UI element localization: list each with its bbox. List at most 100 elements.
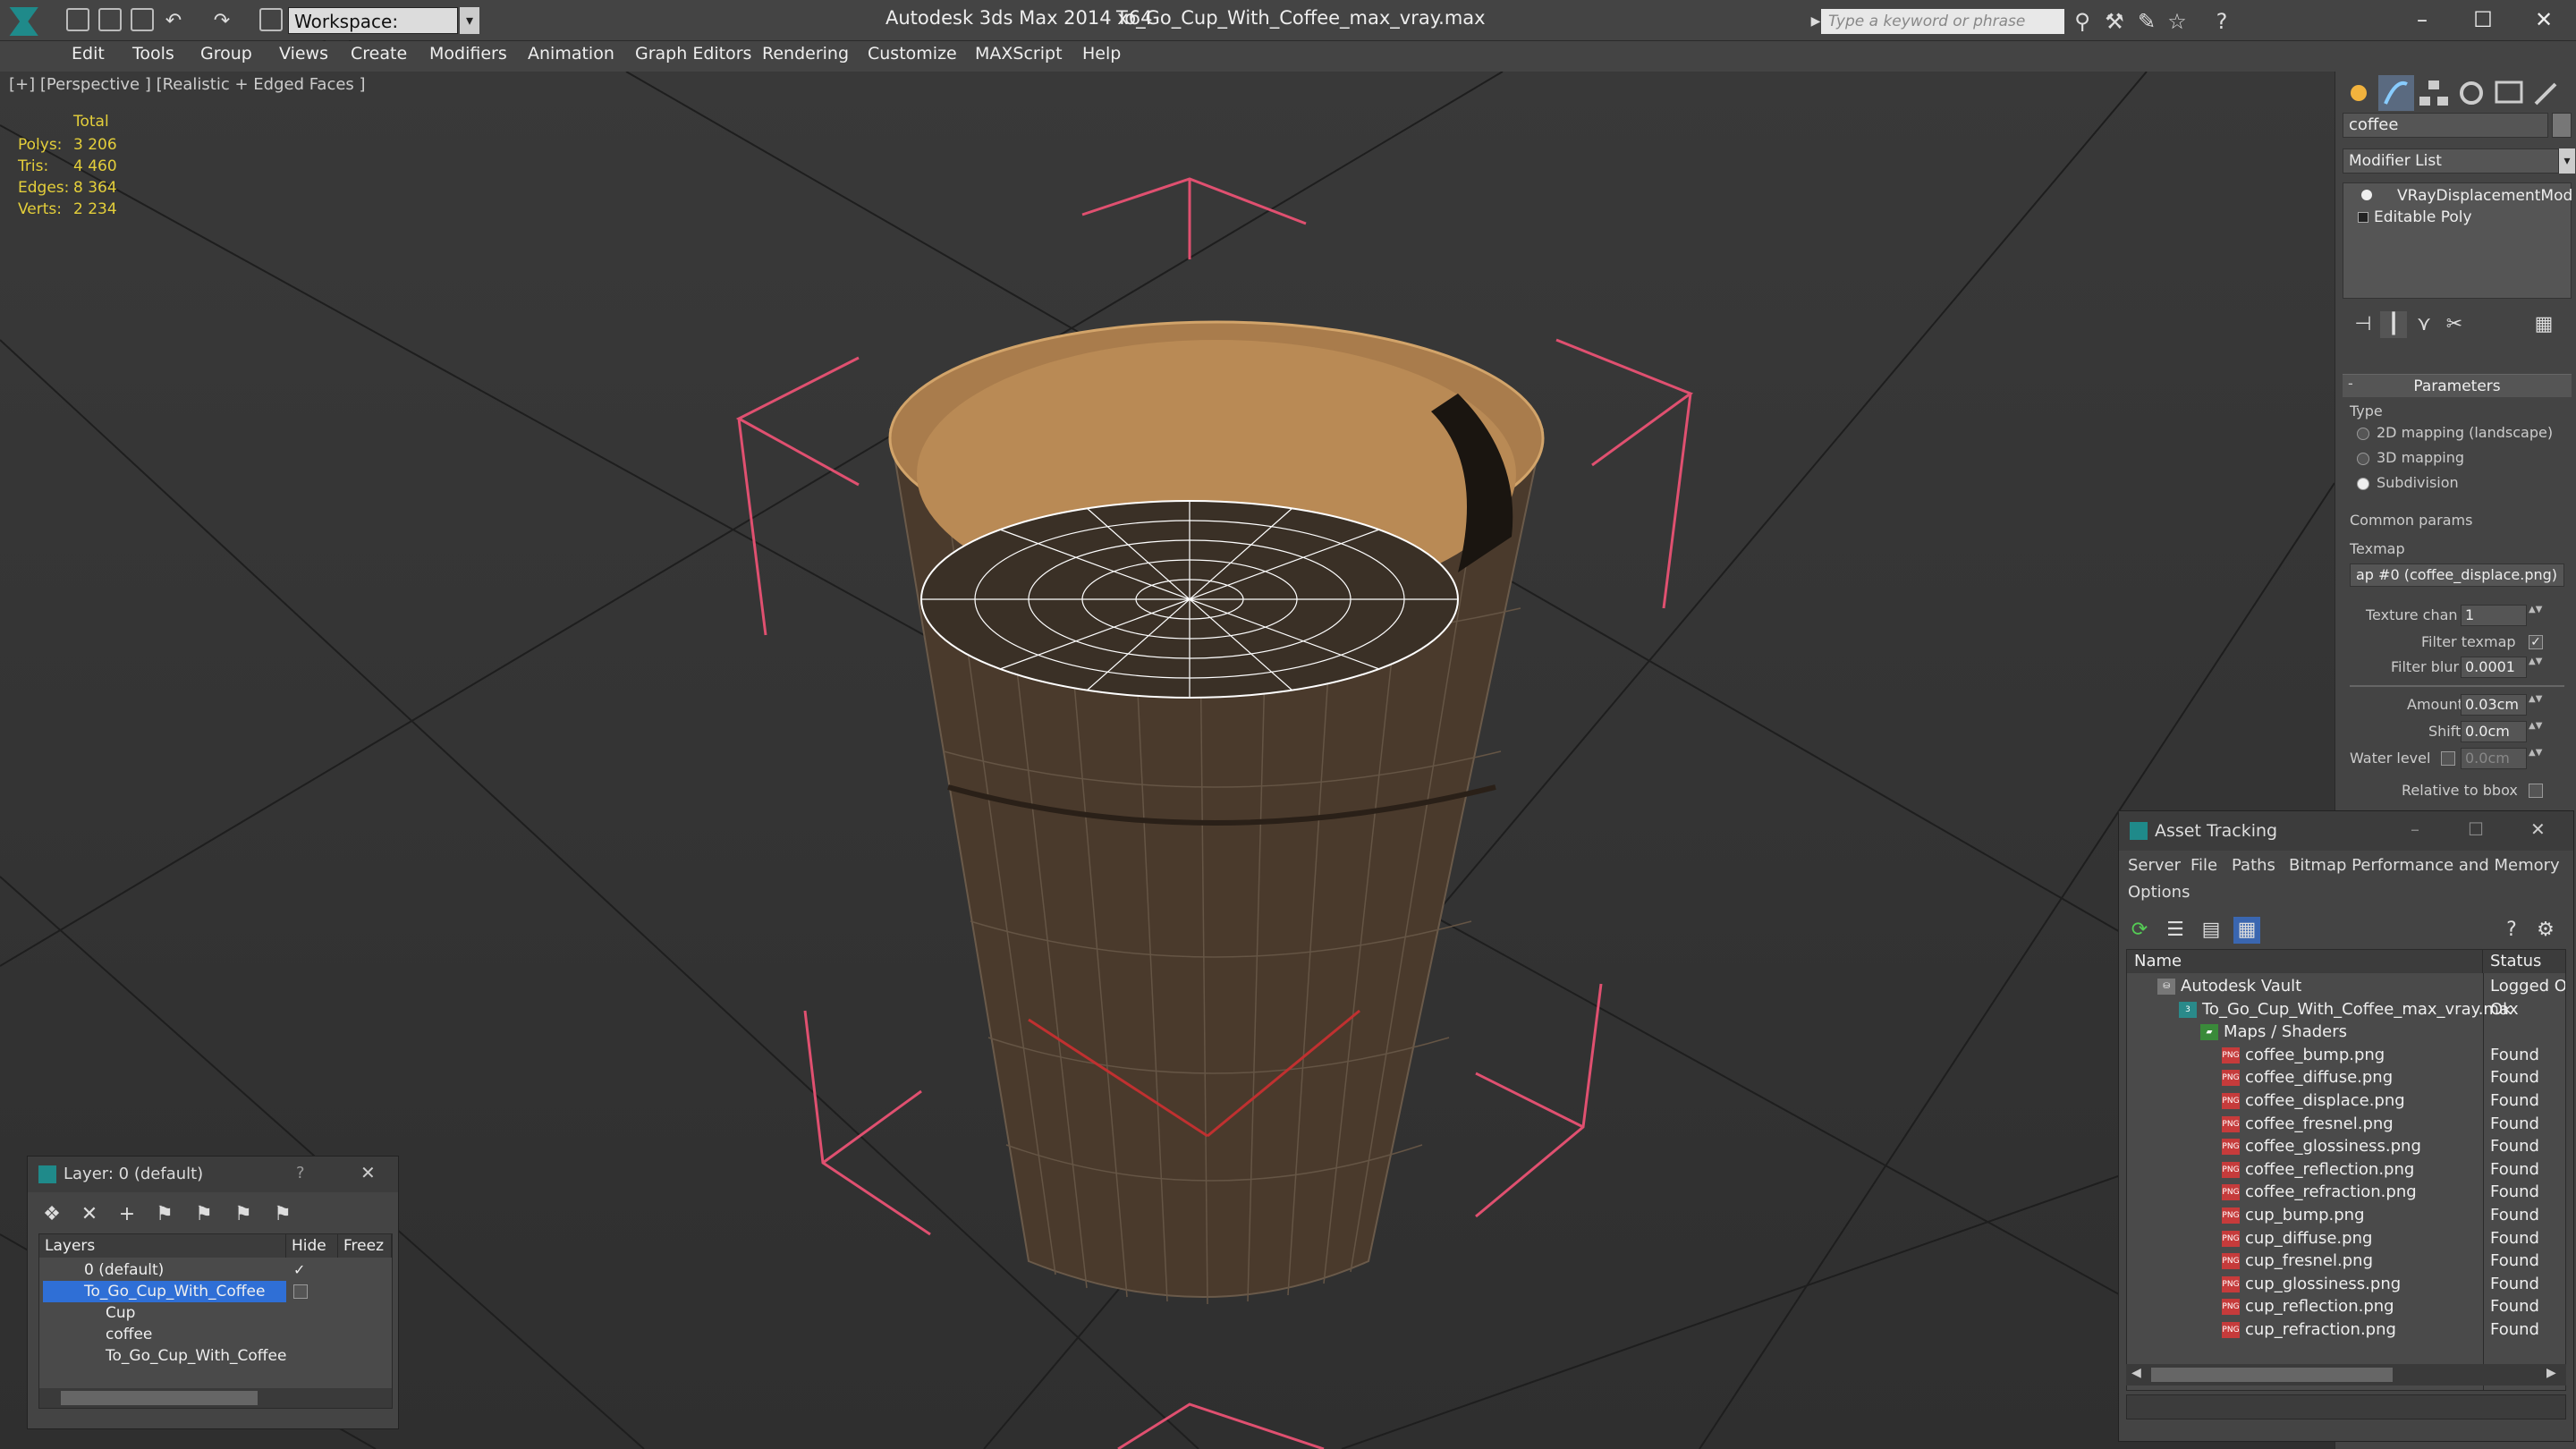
asset-menu-bitmap-performance[interactable]: Bitmap Performance and Memory xyxy=(2289,856,2560,875)
asset-scroll-thumb[interactable] xyxy=(2151,1368,2393,1382)
object-color-swatch[interactable] xyxy=(2552,113,2572,138)
object-row-cup[interactable]: Cup xyxy=(39,1302,392,1324)
asset-menu-options[interactable]: Options xyxy=(2128,883,2190,902)
list-view-icon[interactable]: ☰ xyxy=(2162,917,2189,944)
menu-help[interactable]: Help xyxy=(1082,44,1121,64)
delete-layer-icon[interactable]: ✕ xyxy=(76,1201,103,1228)
column-hide[interactable]: Hide xyxy=(286,1234,338,1258)
hide-all-layers-icon[interactable]: ⚑ xyxy=(230,1201,257,1228)
shift-spin-arrows-icon[interactable]: ▲▼ xyxy=(2529,721,2542,742)
water-level-checkbox[interactable] xyxy=(2441,751,2455,766)
menu-graph-editors[interactable]: Graph Editors xyxy=(635,44,751,64)
asset-row[interactable]: PNG coffee_diffuse.png Found xyxy=(2127,1066,2565,1089)
modifier-on-icon[interactable] xyxy=(2361,190,2372,200)
asset-row[interactable]: PNG cup_glossiness.png Found xyxy=(2127,1273,2565,1296)
texture-chan-spinner[interactable]: 1 xyxy=(2461,605,2527,626)
asset-menu-server[interactable]: Server xyxy=(2128,856,2181,875)
asset-row[interactable]: PNG coffee_reflection.png Found xyxy=(2127,1158,2565,1182)
remove-modifier-icon[interactable]: ✂ xyxy=(2441,311,2468,338)
asset-row[interactable]: PNG cup_diffuse.png Found xyxy=(2127,1227,2565,1250)
menu-group[interactable]: Group xyxy=(200,44,252,64)
relative-bbox-checkbox[interactable] xyxy=(2529,784,2543,798)
create-tab-icon[interactable] xyxy=(2341,75,2377,111)
water-level-spin-arrows-icon[interactable]: ▲▼ xyxy=(2529,748,2542,769)
refresh-icon[interactable]: ⟳ xyxy=(2126,917,2153,944)
layer-close-icon[interactable]: ✕ xyxy=(360,1162,376,1183)
show-end-result-icon[interactable]: ┃ xyxy=(2380,311,2407,338)
binoculars-icon[interactable]: ⚲ xyxy=(2070,9,2095,34)
table-view-icon[interactable]: ▦ xyxy=(2233,917,2260,944)
filter-texmap-checkbox[interactable]: ✓ xyxy=(2529,635,2543,649)
menu-tools[interactable]: Tools xyxy=(132,44,174,64)
scroll-right-icon[interactable]: ▶ xyxy=(2546,1366,2556,1380)
create-layer-icon[interactable]: ❖ xyxy=(38,1201,65,1228)
communication-icon[interactable]: ✎ xyxy=(2134,9,2159,34)
layer-help-icon[interactable]: ? xyxy=(296,1164,305,1182)
layer-row-default[interactable]: 0 (default) xyxy=(39,1259,392,1281)
column-name[interactable]: Name xyxy=(2127,950,2483,973)
redo-icon[interactable]: ↷ xyxy=(209,9,234,34)
asset-row[interactable]: PNG cup_refraction.png Found xyxy=(2127,1318,2565,1342)
modify-tab-icon[interactable] xyxy=(2378,75,2414,111)
scroll-left-icon[interactable]: ◀ xyxy=(2131,1366,2141,1380)
utilities-tab-icon[interactable] xyxy=(2529,75,2564,111)
add-to-layer-icon[interactable]: + xyxy=(114,1201,140,1228)
hierarchy-tab-icon[interactable] xyxy=(2416,75,2452,111)
menu-views[interactable]: Views xyxy=(279,44,328,64)
detail-view-icon[interactable]: ▤ xyxy=(2198,917,2224,944)
filter-blur-spin-arrows-icon[interactable]: ▲▼ xyxy=(2529,657,2542,678)
asset-row[interactable]: PNG cup_bump.png Found xyxy=(2127,1204,2565,1227)
object-row-coffee[interactable]: coffee xyxy=(39,1324,392,1345)
modifier-list-dropdown[interactable]: Modifier List xyxy=(2343,148,2559,174)
project-folder-icon[interactable] xyxy=(259,8,283,31)
freeze-all-layers-icon[interactable]: ⚑ xyxy=(269,1201,296,1228)
rollout-collapse-icon[interactable]: - xyxy=(2348,375,2353,392)
menu-modifiers[interactable]: Modifiers xyxy=(429,44,507,64)
asset-menu-paths[interactable]: Paths xyxy=(2232,856,2275,875)
menu-maxscript[interactable]: MAXScript xyxy=(975,44,1063,64)
asset-row[interactable]: PNG coffee_displace.png Found xyxy=(2127,1089,2565,1113)
layer-window-title[interactable]: Layer: 0 (default) xyxy=(28,1157,398,1192)
stack-item-editable-poly[interactable]: Editable Poly xyxy=(2343,207,2571,228)
asset-horizontal-scrollbar[interactable]: ◀ ▶ xyxy=(2126,1364,2566,1385)
stack-item-vray-displacement[interactable]: VRayDisplacementMod xyxy=(2343,185,2572,207)
modifier-list-arrow-icon[interactable]: ▾ xyxy=(2559,148,2575,174)
asset-row[interactable]: PNG cup_fresnel.png Found xyxy=(2127,1250,2565,1273)
layer-row-cup-with-coffee[interactable]: To_Go_Cup_With_Coffee xyxy=(39,1281,392,1302)
select-objects-icon[interactable]: ⚑ xyxy=(151,1201,178,1228)
asset-close-icon[interactable]: ✕ xyxy=(2530,818,2546,840)
column-layers[interactable]: Layers xyxy=(39,1234,286,1258)
menu-customize[interactable]: Customize xyxy=(868,44,957,64)
menu-rendering[interactable]: Rendering xyxy=(762,44,849,64)
asset-row[interactable]: PNG coffee_bump.png Found xyxy=(2127,1044,2565,1067)
asset-minimize-icon[interactable]: – xyxy=(2411,818,2419,840)
column-status[interactable]: Status xyxy=(2483,950,2565,973)
asset-help-icon[interactable]: ? xyxy=(2498,917,2525,944)
pin-stack-icon[interactable]: ⊣ xyxy=(2350,311,2377,338)
workspace-select[interactable]: Workspace: Default xyxy=(288,7,458,59)
undo-icon[interactable]: ↶ xyxy=(161,9,186,34)
asset-row[interactable]: PNG coffee_refraction.png Found xyxy=(2127,1181,2565,1204)
asset-row[interactable]: PNG cup_reflection.png Found xyxy=(2127,1295,2565,1318)
make-unique-icon[interactable]: ⋎ xyxy=(2411,311,2437,338)
radio-3d-mapping[interactable] xyxy=(2357,453,2369,465)
radio-subdivision[interactable] xyxy=(2357,478,2369,490)
menu-edit[interactable]: Edit xyxy=(72,44,105,64)
asset-row[interactable]: PNG coffee_glossiness.png Found xyxy=(2127,1135,2565,1158)
workspace-dropdown-icon[interactable]: ▾ xyxy=(460,7,479,34)
layer-scroll-thumb[interactable] xyxy=(61,1391,258,1405)
highlight-layer-icon[interactable]: ⚑ xyxy=(191,1201,217,1228)
menu-animation[interactable]: Animation xyxy=(528,44,614,64)
parameters-rollout-header[interactable]: Parameters xyxy=(2343,374,2572,397)
texmap-button[interactable]: ap #0 (coffee_displace.png) xyxy=(2350,564,2564,587)
save-icon[interactable] xyxy=(131,8,154,31)
favorites-icon[interactable]: ☆ xyxy=(2165,9,2190,34)
display-tab-icon[interactable] xyxy=(2491,75,2527,111)
minimize-icon[interactable]: – xyxy=(2397,4,2447,36)
amount-spin-arrows-icon[interactable]: ▲▼ xyxy=(2529,694,2542,716)
asset-row[interactable]: PNG coffee_fresnel.png Found xyxy=(2127,1113,2565,1136)
close-icon[interactable]: ✕ xyxy=(2519,4,2569,36)
configure-sets-icon[interactable]: ▦ xyxy=(2530,311,2557,338)
amount-spinner[interactable]: 0.03cm xyxy=(2461,694,2527,716)
layer-horizontal-scrollbar[interactable] xyxy=(39,1388,392,1408)
